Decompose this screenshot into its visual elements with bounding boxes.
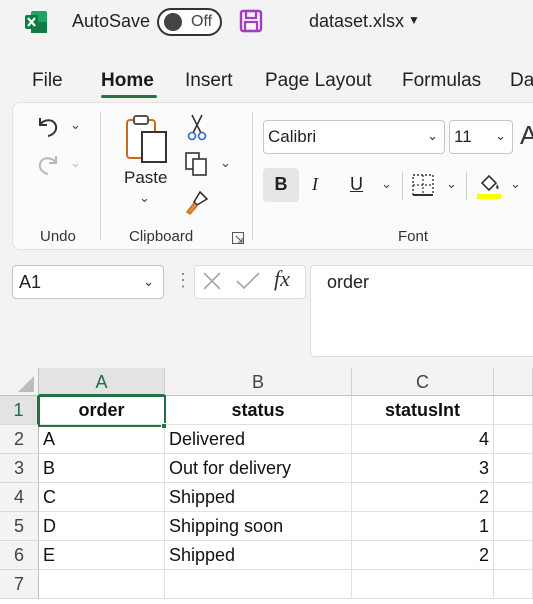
- font-name-select[interactable]: Calibri ⌄: [263, 120, 445, 154]
- cell-d7[interactable]: [494, 570, 533, 599]
- font-size-select[interactable]: 11 ⌄: [449, 120, 513, 154]
- tab-formulas[interactable]: Formulas: [402, 70, 481, 92]
- tab-insert[interactable]: Insert: [185, 70, 233, 92]
- grow-font-icon[interactable]: A: [520, 120, 533, 151]
- format-painter-icon[interactable]: [184, 190, 210, 221]
- redo-dropdown-icon[interactable]: ⌄: [70, 155, 81, 171]
- column-header-d[interactable]: [494, 368, 533, 396]
- undo-icon[interactable]: [34, 112, 62, 145]
- cell-b4[interactable]: Shipped: [165, 483, 352, 512]
- cut-icon[interactable]: [186, 113, 208, 146]
- copy-dropdown-icon[interactable]: ⌄: [220, 155, 231, 171]
- column-header-a[interactable]: A: [39, 368, 165, 396]
- cell-c4[interactable]: 2: [352, 483, 494, 512]
- cell-d6[interactable]: [494, 541, 533, 570]
- cell-b2[interactable]: Delivered: [165, 425, 352, 454]
- column-header-b[interactable]: B: [165, 368, 352, 396]
- cell-b1[interactable]: status: [165, 396, 352, 425]
- cell-d5[interactable]: [494, 512, 533, 541]
- fill-handle[interactable]: [161, 423, 167, 429]
- font-size-value: 11: [454, 127, 472, 146]
- formula-input[interactable]: order: [310, 265, 533, 357]
- insert-function-icon[interactable]: fx: [274, 266, 290, 292]
- row-header-3[interactable]: 3: [0, 454, 39, 483]
- cell-a5[interactable]: D: [39, 512, 165, 541]
- row-header-6[interactable]: 6: [0, 541, 39, 570]
- copy-icon[interactable]: [184, 151, 210, 182]
- chevron-down-icon: ⌄: [143, 274, 154, 289]
- cell-b3[interactable]: Out for delivery: [165, 454, 352, 483]
- active-tab-indicator: [101, 95, 157, 98]
- formula-bar-grip-icon[interactable]: ⋮: [174, 270, 192, 291]
- name-box[interactable]: A1 ⌄: [12, 265, 164, 299]
- group-label-clipboard: Clipboard: [129, 228, 194, 245]
- tab-page-layout[interactable]: Page Layout: [265, 70, 372, 92]
- cell-d2[interactable]: [494, 425, 533, 454]
- ribbon-separator: [402, 172, 403, 200]
- fill-color-icon[interactable]: [477, 171, 503, 204]
- cell-c7[interactable]: [352, 570, 494, 599]
- tab-home[interactable]: Home: [101, 70, 154, 92]
- select-all-corner[interactable]: [0, 368, 39, 396]
- autosave-toggle[interactable]: Off: [157, 8, 222, 36]
- row-header-2[interactable]: 2: [0, 425, 39, 454]
- cell-a4[interactable]: C: [39, 483, 165, 512]
- excel-logo-icon: [24, 10, 48, 34]
- cancel-icon[interactable]: [201, 270, 223, 297]
- cell-c2[interactable]: 4: [352, 425, 494, 454]
- autosave-label: AutoSave: [72, 11, 151, 31]
- ribbon-separator: [252, 112, 253, 240]
- cell-d4[interactable]: [494, 483, 533, 512]
- row-header-1[interactable]: 1: [0, 396, 39, 425]
- cell-c6[interactable]: 2: [352, 541, 494, 570]
- underline-dropdown-icon[interactable]: ⌄: [381, 176, 392, 192]
- cell-b5[interactable]: Shipping soon: [165, 512, 352, 541]
- save-icon[interactable]: [239, 9, 263, 33]
- cell-a2[interactable]: A: [39, 425, 165, 454]
- paste-label[interactable]: Paste: [124, 168, 167, 188]
- bold-button[interactable]: B: [263, 168, 299, 202]
- row-header-4[interactable]: 4: [0, 483, 39, 512]
- borders-icon[interactable]: [412, 174, 434, 201]
- chevron-down-icon: ⌄: [427, 128, 438, 143]
- italic-button[interactable]: I: [312, 174, 318, 195]
- group-label-font: Font: [398, 228, 429, 245]
- fill-color-dropdown-icon[interactable]: ⌄: [510, 176, 521, 192]
- active-cell-outline: [38, 395, 166, 427]
- borders-dropdown-icon[interactable]: ⌄: [446, 176, 457, 192]
- paste-icon[interactable]: [124, 114, 170, 169]
- cell-a3[interactable]: B: [39, 454, 165, 483]
- undo-dropdown-icon[interactable]: ⌄: [70, 117, 81, 133]
- file-name[interactable]: dataset.xlsx: [309, 11, 404, 32]
- chevron-down-icon: ⌄: [495, 128, 506, 143]
- fill-color-swatch: [477, 194, 501, 199]
- cell-c3[interactable]: 3: [352, 454, 494, 483]
- caret-down-icon[interactable]: ▼: [408, 13, 420, 27]
- cell-a6[interactable]: E: [39, 541, 165, 570]
- cell-c5[interactable]: 1: [352, 512, 494, 541]
- cell-c1[interactable]: statusInt: [352, 396, 494, 425]
- underline-button[interactable]: U: [350, 174, 363, 195]
- name-box-value: A1: [19, 272, 42, 292]
- cell-d3[interactable]: [494, 454, 533, 483]
- enter-check-icon[interactable]: [235, 270, 261, 297]
- toggle-knob: [164, 13, 182, 31]
- group-label-undo: Undo: [40, 228, 76, 245]
- cell-b7[interactable]: [165, 570, 352, 599]
- cell-b6[interactable]: Shipped: [165, 541, 352, 570]
- cell-d1[interactable]: [494, 396, 533, 425]
- paste-dropdown-icon[interactable]: ⌄: [139, 190, 150, 206]
- font-name-value: Calibri: [268, 127, 317, 146]
- ribbon-separator: [466, 172, 467, 200]
- ribbon-separator: [100, 112, 101, 240]
- row-header-7[interactable]: 7: [0, 570, 39, 599]
- cell-a7[interactable]: [39, 570, 165, 599]
- tab-file[interactable]: File: [32, 70, 63, 92]
- column-header-c[interactable]: C: [352, 368, 494, 396]
- tab-data[interactable]: Da: [510, 70, 533, 92]
- dialog-launcher-icon[interactable]: [232, 231, 244, 249]
- autosave-state: Off: [191, 13, 213, 30]
- row-header-5[interactable]: 5: [0, 512, 39, 541]
- redo-icon[interactable]: [34, 150, 62, 183]
